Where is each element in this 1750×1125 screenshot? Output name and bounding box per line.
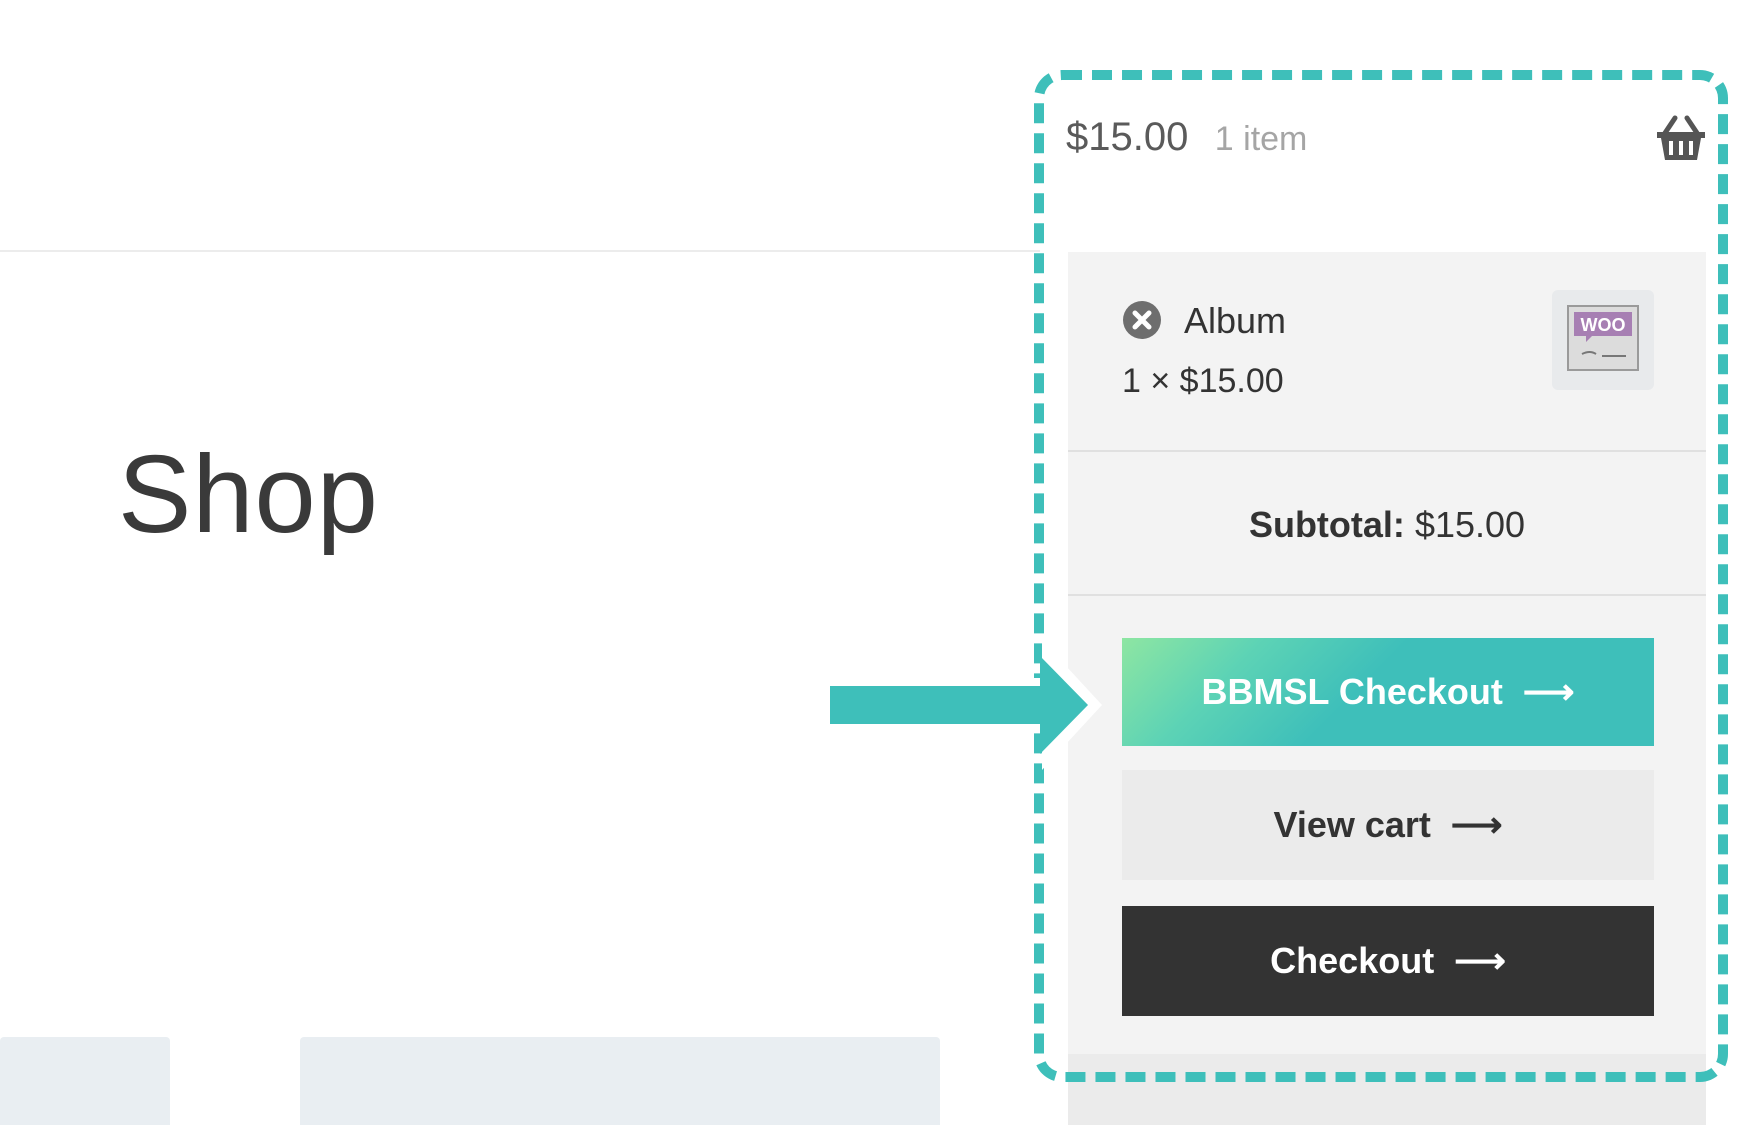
arrow-right-icon: ⟶ [1454, 940, 1506, 981]
arrow-right-icon: ⟶ [1522, 671, 1575, 712]
arrow-right-icon: ⟶ [1450, 804, 1503, 845]
subtotal: Subtotal: $15.00 [1068, 504, 1706, 546]
subtotal-label: Subtotal: [1248, 504, 1405, 545]
checkout-label: Checkout [1270, 940, 1435, 981]
checkout-button[interactable]: Checkout ⟶ [1122, 906, 1654, 1016]
close-circle-icon[interactable] [1122, 300, 1162, 340]
page-title: Shop [118, 433, 379, 556]
pointer-arrow-icon [830, 640, 1102, 770]
cart-item-count: 1 item [1214, 120, 1308, 158]
cart-summary-link[interactable]: $15.00 1 item [1066, 115, 1307, 175]
cart-item-name[interactable]: Album [1184, 300, 1286, 342]
woo-logo-text: WOO [1581, 315, 1626, 335]
mini-cart-panel: Album 1 × $15.00 WOO Subtotal: $15.00 BB… [1068, 252, 1706, 1125]
product-card[interactable] [300, 1037, 940, 1125]
panel-footer [1068, 1054, 1706, 1125]
bbmsl-checkout-label: BBMSL Checkout [1201, 671, 1503, 712]
product-card[interactable] [0, 1037, 170, 1125]
header-divider [0, 250, 1040, 252]
page: Shop $15.00 1 item Album 1 × $15.00 WOO [0, 0, 1750, 1125]
view-cart-button[interactable]: View cart ⟶ [1122, 770, 1654, 880]
cart-total: $15.00 [1066, 115, 1189, 159]
cart-item-quantity: 1 × $15.00 [1122, 362, 1284, 400]
divider [1068, 594, 1706, 596]
bbmsl-checkout-button[interactable]: BBMSL Checkout ⟶ [1122, 638, 1654, 746]
view-cart-label: View cart [1273, 804, 1431, 845]
basket-icon[interactable] [1655, 115, 1707, 163]
subtotal-value: $15.00 [1414, 504, 1526, 545]
product-thumbnail[interactable]: WOO [1552, 290, 1654, 390]
woo-logo-icon: WOO [1567, 305, 1639, 371]
divider [1068, 450, 1706, 452]
